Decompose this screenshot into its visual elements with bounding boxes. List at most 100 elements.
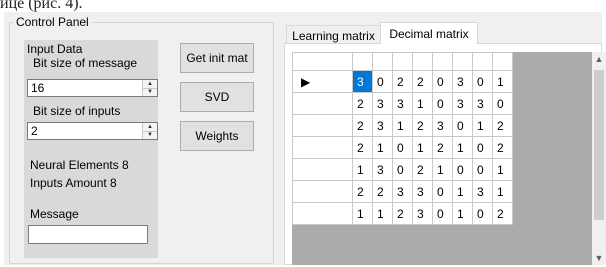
grid-cell[interactable]: 1 [492,70,513,93]
grid-cell[interactable]: 1 [412,136,433,159]
grid-cell[interactable]: 0 [392,136,413,159]
grid-cell[interactable]: 0 [492,92,513,115]
grid-cell[interactable]: 1 [492,180,513,203]
grid-cell[interactable]: 3 [372,158,393,181]
spin-down-icon[interactable]: ▼ [143,130,157,140]
svd-button[interactable]: SVD [180,82,254,112]
spin-up-icon[interactable]: ▲ [143,123,157,131]
grid-vertical-scrollbar[interactable]: ▲ ▼ [592,52,606,265]
grid-cell[interactable]: 1 [392,114,413,137]
grid-cell[interactable]: 1 [352,158,373,181]
grid-cell[interactable]: 3 [412,202,433,225]
grid-cell[interactable]: 2 [412,158,433,181]
grid-cell[interactable]: 2 [492,136,513,159]
spin-up-icon[interactable]: ▲ [143,80,157,88]
column-header[interactable] [472,52,493,71]
bit-size-message-spinner[interactable]: ▲ ▼ [142,80,157,96]
grid-cell[interactable]: 2 [372,180,393,203]
grid-cell[interactable]: 0 [452,158,473,181]
row-header[interactable] [292,92,353,115]
column-header[interactable] [432,52,453,71]
column-header[interactable] [492,52,513,71]
column-header[interactable] [352,52,373,71]
scroll-up-icon[interactable]: ▲ [592,52,606,66]
grid-cell[interactable]: 0 [432,70,453,93]
grid-cell[interactable]: 0 [432,92,453,115]
table-row[interactable]: 2 2 3 3 0 1 3 1 [292,180,513,203]
table-row[interactable]: 2 1 0 1 2 1 0 2 [292,136,513,159]
row-header[interactable] [292,114,353,137]
decimal-matrix-grid[interactable]: ▶ 3 0 2 2 0 3 0 1 2 3 3 1 0 3 3 0 2 3 1 … [292,52,592,265]
grid-cell[interactable]: 1 [372,202,393,225]
grid-cell[interactable]: 2 [432,136,453,159]
grid-cell[interactable]: 0 [472,158,493,181]
bit-size-message-input[interactable]: 16 ▲ ▼ [27,79,158,97]
grid-cell[interactable]: 1 [452,180,473,203]
grid-cell[interactable]: 2 [492,114,513,137]
table-row[interactable]: 2 3 3 1 0 3 3 0 [292,92,513,115]
tab-learning-matrix[interactable]: Learning matrix [286,25,381,45]
row-header[interactable] [292,180,353,203]
grid-cell[interactable]: 1 [452,136,473,159]
bit-size-inputs-spinner[interactable]: ▲ ▼ [142,123,157,139]
grid-cell[interactable]: 0 [392,158,413,181]
grid-cell[interactable]: 3 [472,180,493,203]
table-row[interactable]: 2 3 1 2 3 0 1 2 [292,114,513,137]
grid-cell[interactable]: 2 [352,92,373,115]
grid-cell[interactable]: 1 [452,202,473,225]
grid-cell[interactable]: 3 [432,114,453,137]
column-header[interactable] [412,52,433,71]
grid-cell[interactable]: 2 [352,180,373,203]
weights-button[interactable]: Weights [180,121,254,151]
grid-cell[interactable]: 2 [392,70,413,93]
grid-cell[interactable]: 0 [432,180,453,203]
table-row[interactable]: 1 1 2 3 0 1 0 2 [292,202,513,225]
grid-cell[interactable]: 1 [472,114,493,137]
row-header[interactable] [292,158,353,181]
grid-cell[interactable]: 3 [352,70,373,93]
bit-size-message-label: Bit size of message [33,56,138,70]
cropped-caption-text: ице (рис. 4). [0,0,83,12]
row-header[interactable] [292,202,353,225]
bit-size-inputs-label: Bit size of inputs [33,104,121,118]
message-input[interactable] [28,225,148,244]
grid-cell[interactable]: 2 [492,202,513,225]
column-header[interactable] [452,52,473,71]
grid-cell[interactable]: 2 [392,202,413,225]
grid-cell[interactable]: 2 [352,114,373,137]
spin-down-icon[interactable]: ▼ [143,87,157,97]
table-row[interactable]: ▶ 3 0 2 2 0 3 0 1 [292,70,513,93]
grid-cell[interactable]: 1 [372,136,393,159]
scroll-down-icon[interactable]: ▼ [592,251,606,265]
grid-cell[interactable]: 3 [412,180,433,203]
grid-cell[interactable]: 3 [392,180,413,203]
grid-cell[interactable]: 3 [372,114,393,137]
grid-cell[interactable]: 1 [412,92,433,115]
grid-cell[interactable]: 1 [432,158,453,181]
grid-cell[interactable]: 3 [452,92,473,115]
row-header[interactable] [292,136,353,159]
grid-cell[interactable]: 2 [412,114,433,137]
grid-cell[interactable]: 3 [452,70,473,93]
column-header[interactable] [372,52,393,71]
grid-cell[interactable]: 0 [372,70,393,93]
grid-cell[interactable]: 3 [472,92,493,115]
grid-cell[interactable]: 2 [412,70,433,93]
grid-cell[interactable]: 0 [472,70,493,93]
grid-cell[interactable]: 0 [432,202,453,225]
grid-cell[interactable]: 3 [372,92,393,115]
grid-cell[interactable]: 0 [472,202,493,225]
grid-cell[interactable]: 3 [392,92,413,115]
table-row[interactable]: 1 3 0 2 1 0 0 1 [292,158,513,181]
grid-cell[interactable]: 0 [472,136,493,159]
tab-decimal-matrix[interactable]: Decimal matrix [380,22,478,44]
row-pointer-icon[interactable]: ▶ [292,70,353,93]
grid-cell[interactable]: 0 [452,114,473,137]
column-header[interactable] [392,52,413,71]
grid-cell[interactable]: 2 [352,136,373,159]
bit-size-inputs-input[interactable]: 2 ▲ ▼ [27,122,158,140]
grid-cell[interactable]: 1 [492,158,513,181]
scrollbar-thumb[interactable] [594,70,604,220]
grid-cell[interactable]: 1 [352,202,373,225]
get-init-mat-button[interactable]: Get init mat [180,43,254,73]
